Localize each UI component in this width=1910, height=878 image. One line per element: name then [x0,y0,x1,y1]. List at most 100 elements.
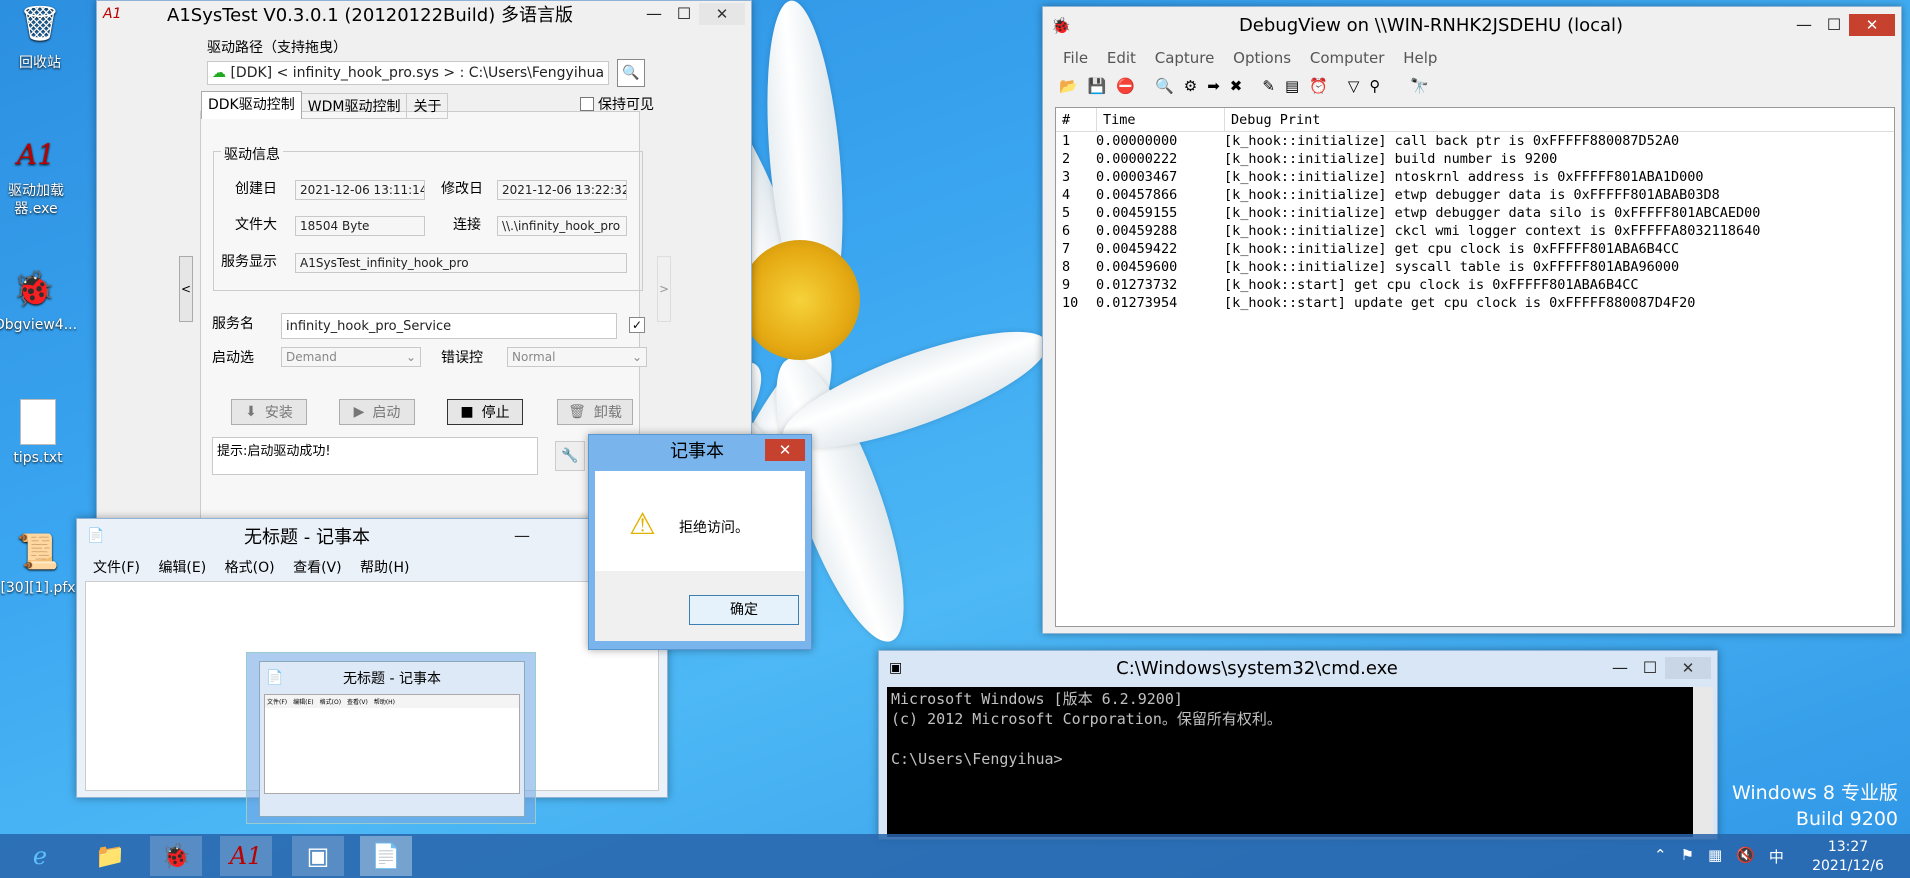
a1-titlebar[interactable]: A1 A1SysTest V0.3.0.1 (20120122Build) 多语… [97,1,751,27]
desktop-icon-driver-loader[interactable]: A1 驱动加载器.exe [0,130,76,218]
row-message: [k_hook::start] get cpu clock is 0xFFFFF… [1224,277,1639,293]
pin-icon[interactable]: ⚲ [1369,77,1380,95]
install-button[interactable]: ⬇ 安装 [231,399,307,425]
minimize-button[interactable]: — [507,525,537,547]
edit-filter-icon[interactable]: ✎ [1262,77,1275,95]
menu-file[interactable]: File [1063,49,1088,67]
highlight-icon[interactable]: ▽ [1348,77,1360,95]
minimize-button[interactable]: — [1789,14,1819,36]
menu-help[interactable]: Help [1403,49,1437,67]
start-button[interactable]: ▶ 启动 [339,399,415,425]
clock-icon[interactable]: ⏰ [1309,77,1328,95]
debug-log-row[interactable]: 6 0.00459288 [k_hook::initialize] ckcl wmi… [1056,222,1894,240]
debugview-toolbar: 📂 💾 ⛔ 🔍 ⚙ ➡ ✖ ✎ ▤ ⏰ ▽ ⚲ 🔭 [1059,77,1429,95]
chevron-up-icon[interactable]: ⌃ [1654,846,1667,867]
debug-log-row[interactable]: 1 0.00000000 [k_hook::initialize] call bac… [1056,132,1894,150]
a1systest-icon[interactable]: A1 [220,836,272,876]
save-icon[interactable]: 💾 [1088,77,1107,95]
column-debug-print[interactable]: Debug Print [1224,108,1894,131]
menu-capture[interactable]: Capture [1155,49,1215,67]
notepad-titlebar[interactable]: 📄 无标题 - 记事本 — [77,519,667,553]
display-name-field: A1SysTest_infinity_hook_pro [295,253,627,273]
cmd-scrollbar[interactable] [1693,687,1713,837]
dialog-titlebar[interactable]: 记事本 ✕ [589,435,811,465]
debug-log-row[interactable]: 7 0.00459422 [k_hook::initialize] get cpu … [1056,240,1894,258]
notepad-icon[interactable]: 📄 [360,836,412,876]
open-folder-icon[interactable]: 📂 [1059,77,1078,95]
debug-log-row[interactable]: 8 0.00459600 [k_hook::initialize] syscall … [1056,258,1894,276]
cmd-icon[interactable]: ▣ [292,836,344,876]
menu-help[interactable]: 帮助(H) [360,560,409,576]
dbgview-bug-icon[interactable]: 🐞 [150,836,202,876]
internet-explorer-icon[interactable]: ℯ [14,836,66,876]
menu-file[interactable]: 文件(F) [93,560,140,576]
notepad-thumbnail[interactable]: 无标题 - 记事本 📄 文件(F) 编辑(E) 格式(O) 查看(V) 帮助(H) [246,652,536,824]
minimize-button[interactable]: — [1605,657,1635,679]
binoculars-icon[interactable]: 🔭 [1410,77,1429,95]
maximize-button[interactable]: ☐ [1819,14,1849,36]
row-time: 0.01273954 [1096,295,1178,311]
arrow-right-icon[interactable]: ➡ [1207,77,1220,95]
tab-ddk[interactable]: DDK驱动控制 [201,91,302,119]
row-message: [k_hook::initialize] etwp debugger data … [1224,205,1761,221]
erase-icon[interactable]: ✖ [1230,77,1243,95]
debugview-titlebar[interactable]: 🐞 DebugView on \\WIN-RNHK2JSDEHU (local)… [1043,7,1901,43]
clear-log-icon[interactable]: ⛔ [1116,77,1135,95]
service-name-checkbox[interactable]: ✓ [629,317,645,333]
close-button[interactable]: ✕ [765,439,805,461]
column-number[interactable]: # [1056,108,1096,131]
maximize-button[interactable]: ☐ [1635,657,1665,679]
menu-view[interactable]: 查看(V) [293,560,342,576]
debug-log-row[interactable]: 9 0.01273732 [k_hook::start] get cpu clock… [1056,276,1894,294]
desktop-icon-recycle-bin[interactable]: 🗑 回收站 [0,0,80,72]
tab-about[interactable]: 关于 [407,93,449,119]
close-button[interactable]: ✕ [699,3,745,25]
find-icon[interactable]: 🔍 [1155,77,1174,95]
capture-gear-icon[interactable]: ⚙ [1184,77,1197,95]
path-combobox[interactable]: ☁ [DDK] < infinity_hook_pro.sys > : C:\U… [207,61,609,85]
desktop-icon-pfx[interactable]: 📜 [30][1].pfx [0,528,78,596]
debug-log-row[interactable]: 5 0.00459155 [k_hook::initialize] etwp deb… [1056,204,1894,222]
browse-search-icon[interactable]: 🔍 [617,59,645,87]
action-center-icon[interactable]: ⚑ [1681,846,1694,867]
history-icon[interactable]: ▤ [1285,77,1299,95]
stop-button[interactable]: ■ 停止 [447,399,523,425]
clock[interactable]: 13:27 2021/12/6 [1800,838,1896,876]
file-explorer-icon[interactable]: 📁 [84,836,136,876]
speaker-muted-icon[interactable]: 🔇 [1736,846,1755,867]
prev-panel-button[interactable]: < [179,256,193,322]
service-name-input[interactable]: infinity_hook_pro_Service [281,313,617,339]
menu-computer[interactable]: Computer [1310,49,1385,67]
tab-wdm[interactable]: WDM驱动控制 [301,93,408,119]
row-message: [k_hook::initialize] build number is 920… [1224,151,1558,167]
next-panel-button[interactable]: > [657,256,671,322]
menu-edit[interactable]: Edit [1107,49,1136,67]
uninstall-button[interactable]: 🗑 卸载 [557,399,633,425]
maximize-button[interactable]: ☐ [669,3,699,25]
cmd-titlebar[interactable]: ▣ C:\Windows\system32\cmd.exe — ☐ ✕ [879,651,1717,685]
download-icon: ⬇ [245,404,257,420]
desktop-icon-dbgview[interactable]: 🐞 Dbgview4... [0,265,77,333]
close-button[interactable]: ✕ [1665,657,1711,679]
start-type-select[interactable]: Demand ⌄ [281,347,421,367]
menu-options[interactable]: Options [1233,49,1291,67]
debug-log-row[interactable]: 4 0.00457866 [k_hook::initialize] etwp deb… [1056,186,1894,204]
debug-log-row[interactable]: 10 0.01273954 [k_hook::start] update get c… [1056,294,1894,312]
debug-log-row[interactable]: 3 0.00003467 [k_hook::initialize] ntoskrnl… [1056,168,1894,186]
cmd-console[interactable]: Microsoft Windows [版本 6.2.9200] (c) 2012… [887,687,1693,837]
close-button[interactable]: ✕ [1849,14,1895,36]
row-time: 0.00459155 [1096,205,1178,221]
keep-visible-checkbox[interactable]: 保持可见 [580,94,654,114]
desktop-icon-tips[interactable]: tips.txt [0,398,78,466]
debug-log-list[interactable]: # Time Debug Print 1 0.00000000 [k_hook::i… [1055,107,1895,627]
menu-edit[interactable]: 编辑(E) [158,560,206,576]
wrench-icon[interactable]: 🔧 [555,441,585,471]
ok-button[interactable]: 确定 [689,595,799,625]
minimize-button[interactable]: — [639,3,669,25]
error-control-select[interactable]: Normal ⌄ [507,347,647,367]
debug-log-row[interactable]: 2 0.00000222 [k_hook::initialize] build nu… [1056,150,1894,168]
ime-indicator[interactable]: 中 [1769,846,1784,867]
column-time[interactable]: Time [1096,108,1224,131]
menu-format[interactable]: 格式(O) [225,560,275,576]
network-icon[interactable]: ▦ [1708,846,1722,867]
